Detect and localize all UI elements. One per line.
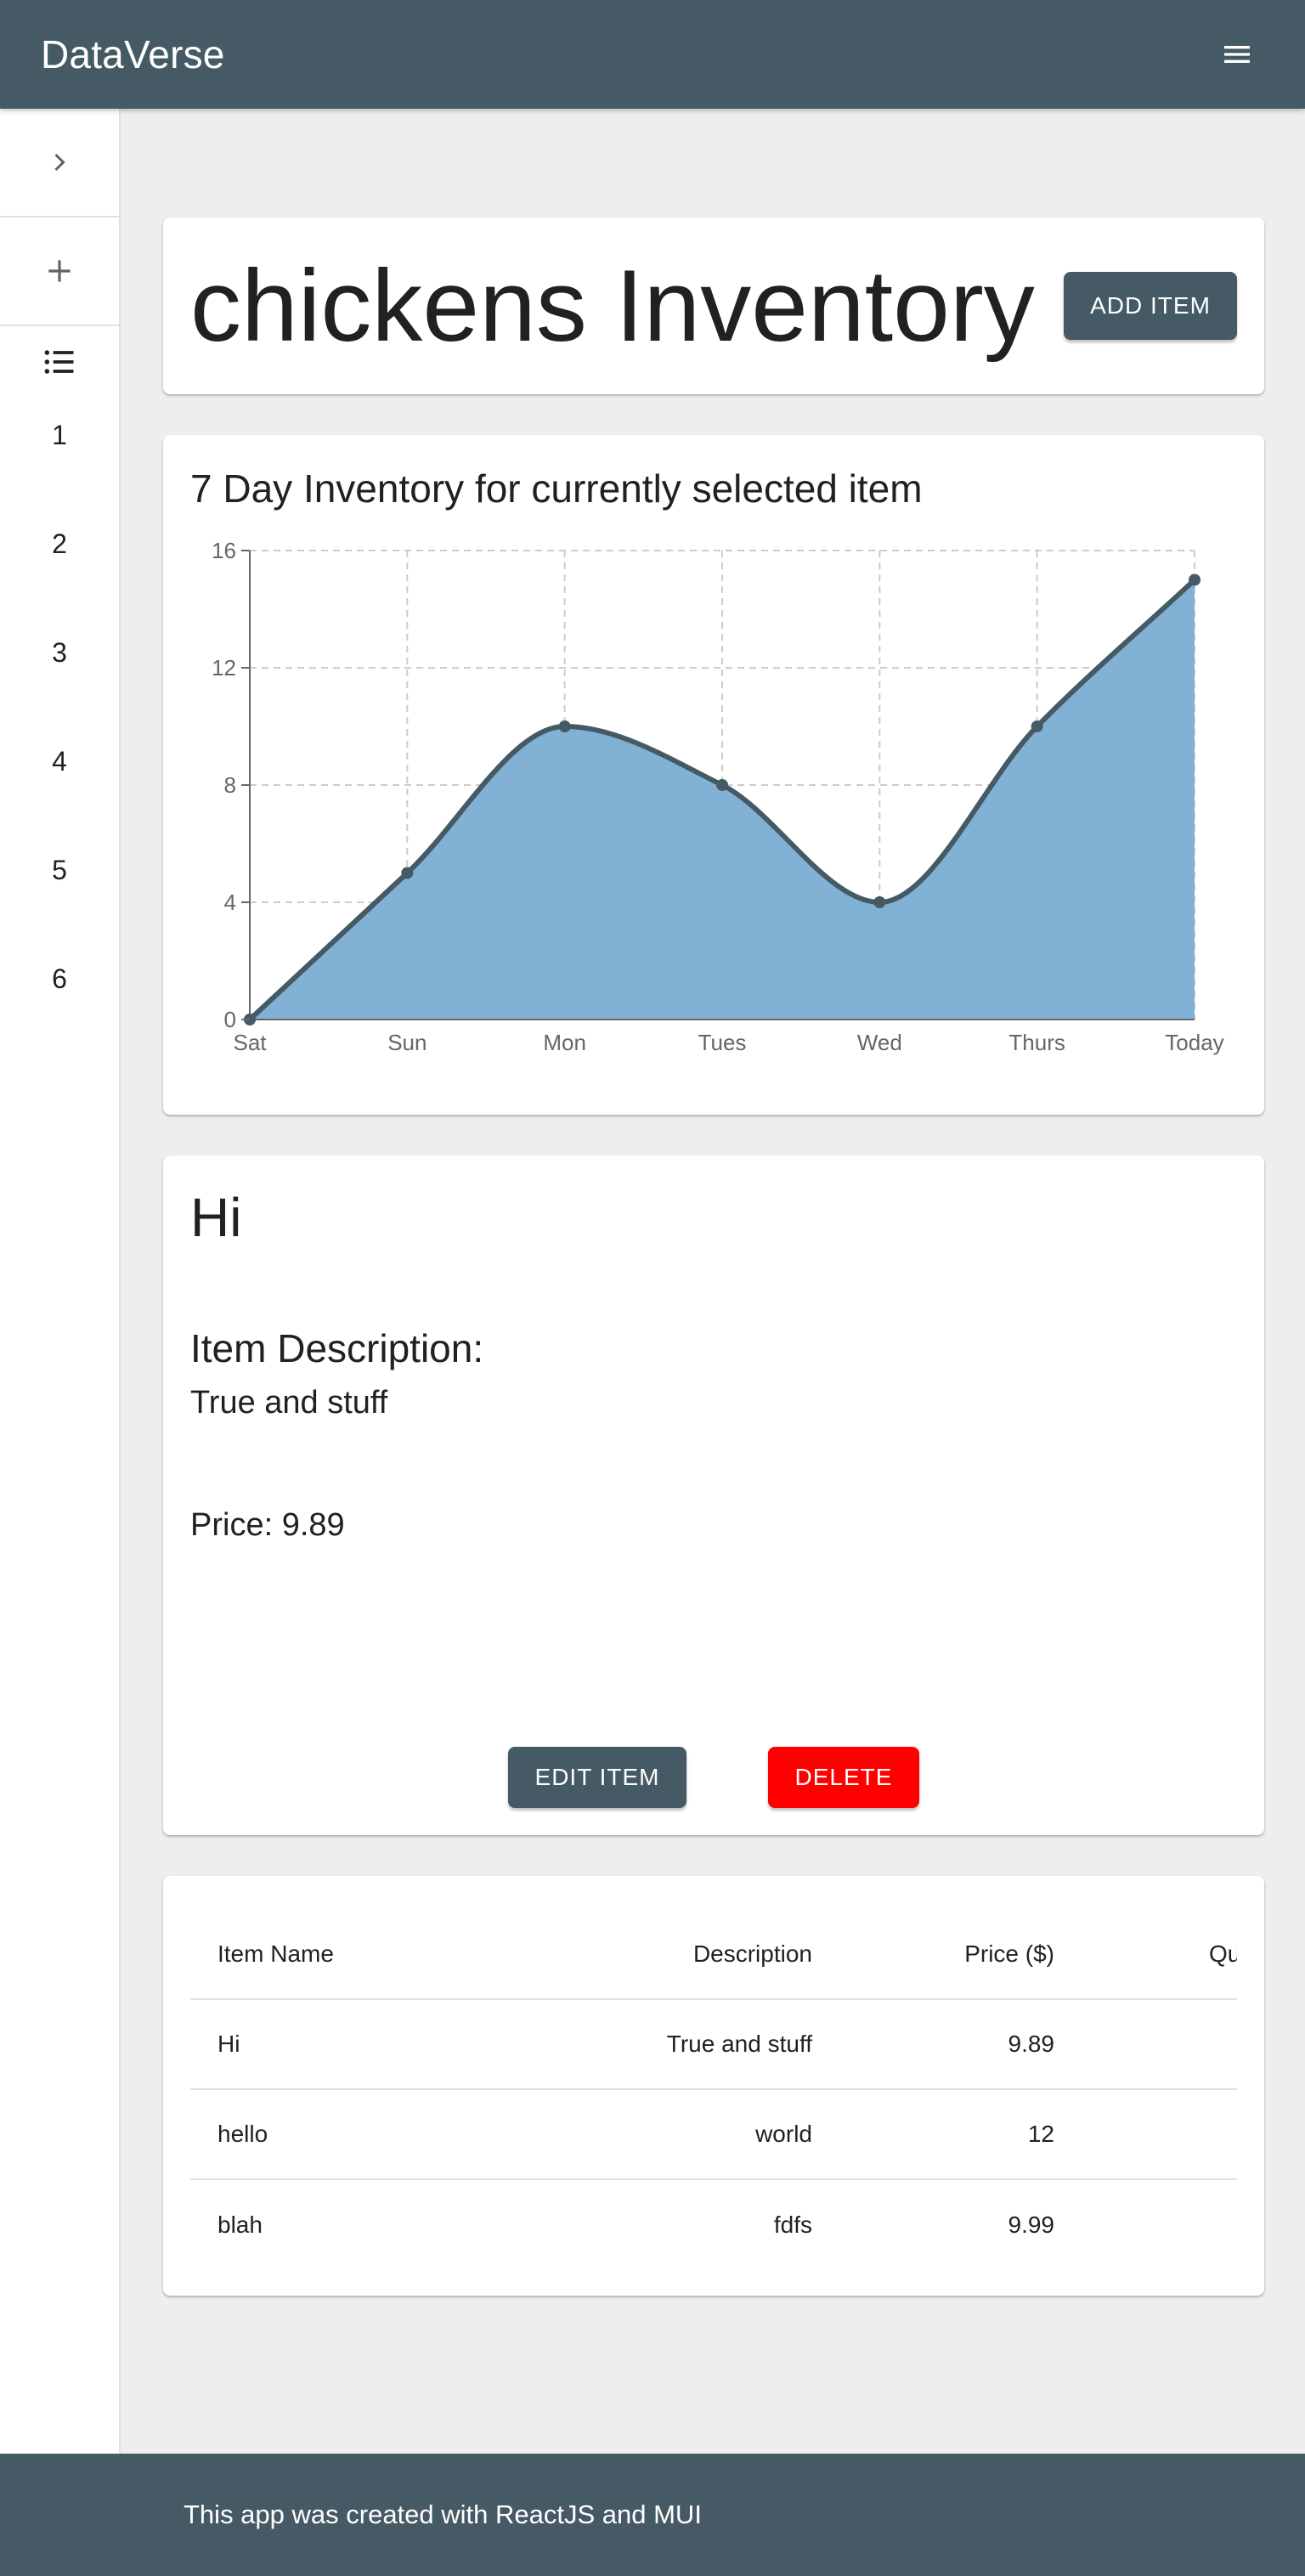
cell-item-name: blah xyxy=(218,2212,263,2238)
table-row[interactable]: Hi True and stuff 9.89 xyxy=(190,2000,1237,2090)
table-row[interactable]: hello world 12 xyxy=(190,2090,1237,2180)
column-header-price[interactable]: Price ($) xyxy=(812,1940,1054,1968)
item-name: Hi xyxy=(190,1187,242,1248)
chevron-right-icon xyxy=(54,153,65,172)
cell-description: True and stuff xyxy=(666,2031,812,2057)
sidebar-item-2[interactable]: 2 xyxy=(0,489,119,598)
x-tick-label: Wed xyxy=(857,1030,902,1055)
x-tick-label: Today xyxy=(1165,1030,1223,1055)
inventory-table-card: Item Name Description Price ($) Quan Hi … xyxy=(163,1876,1264,2296)
inventory-area-chart: 0 4 8 12 16 Sat Sun Mon Tues Wed Thurs Today xyxy=(212,538,1224,1055)
app-bar: DataVerse xyxy=(0,0,1305,109)
list-icon xyxy=(44,350,74,374)
inventory-table: Item Name Description Price ($) Quan Hi … xyxy=(190,1910,1237,2270)
sidebar-item-6[interactable]: 6 xyxy=(0,924,119,1033)
item-price: Price: 9.89 xyxy=(190,1507,345,1543)
y-tick-label: 12 xyxy=(212,655,236,681)
app-title: DataVerse xyxy=(41,32,225,76)
column-header-item-name[interactable]: Item Name xyxy=(190,1940,445,1968)
x-tick-label: Sun xyxy=(387,1030,427,1055)
data-point xyxy=(558,720,571,732)
y-tick-label: 16 xyxy=(212,538,236,563)
page-title: chickens Inventory xyxy=(190,249,1035,363)
sidebar-item-5[interactable]: 5 xyxy=(0,816,119,924)
x-tick-label: Sat xyxy=(233,1030,267,1055)
cell-price: 12 xyxy=(1027,2121,1054,2147)
add-button[interactable] xyxy=(0,217,119,326)
table-header-row: Item Name Description Price ($) Quan xyxy=(190,1910,1237,2000)
sidebar-item-1[interactable]: 1 xyxy=(0,381,119,489)
footer-text: This app was created with ReactJS and MU… xyxy=(184,2500,702,2529)
cell-price: 9.99 xyxy=(1008,2212,1055,2238)
cell-item-name: Hi xyxy=(218,2031,240,2057)
x-tick-label: Tues xyxy=(698,1030,747,1055)
description-heading: Item Description: xyxy=(190,1326,484,1370)
delete-button[interactable]: DELETE xyxy=(768,1747,919,1808)
column-header-description[interactable]: Description xyxy=(445,1940,812,1968)
add-item-button[interactable]: ADD ITEM xyxy=(1064,272,1237,340)
item-detail-card: Hi Item Description: True and stuff Pric… xyxy=(163,1155,1264,1835)
data-point xyxy=(873,896,886,908)
chart-card: 7 Day Inventory for currently selected i… xyxy=(163,435,1264,1115)
data-point xyxy=(1031,720,1043,732)
expand-sidebar-button[interactable] xyxy=(0,109,119,217)
x-tick-label: Mon xyxy=(543,1030,586,1055)
footer: This app was created with ReactJS and MU… xyxy=(0,2454,1305,2576)
edit-item-button[interactable]: EDIT ITEM xyxy=(508,1747,686,1808)
cell-item-name: hello xyxy=(218,2121,268,2147)
column-header-quantity[interactable]: Quan xyxy=(1054,1940,1237,1968)
plus-icon xyxy=(48,260,71,282)
sidebar: 1 2 3 4 5 6 xyxy=(0,109,121,2454)
title-card: chickens Inventory ADD ITEM xyxy=(163,217,1264,394)
menu-button[interactable] xyxy=(1210,27,1264,82)
data-point xyxy=(716,779,728,791)
item-description: True and stuff xyxy=(190,1385,388,1421)
hamburger-menu-icon xyxy=(1224,46,1250,63)
cell-price: 9.89 xyxy=(1008,2031,1055,2057)
cell-description: world xyxy=(755,2121,812,2147)
sidebar-item-3[interactable]: 3 xyxy=(0,598,119,707)
y-tick-label: 0 xyxy=(224,1007,236,1032)
data-point xyxy=(1189,573,1200,586)
y-tick-label: 4 xyxy=(224,890,236,915)
sidebar-item-4[interactable]: 4 xyxy=(0,707,119,816)
cell-description: fdfs xyxy=(773,2212,812,2238)
table-row[interactable]: blah fdfs 9.99 xyxy=(190,2180,1237,2270)
y-tick-label: 8 xyxy=(224,772,236,798)
data-point xyxy=(401,867,414,879)
sidebar-list: 1 2 3 4 5 6 xyxy=(0,381,119,1033)
x-tick-label: Thurs xyxy=(1008,1030,1065,1055)
